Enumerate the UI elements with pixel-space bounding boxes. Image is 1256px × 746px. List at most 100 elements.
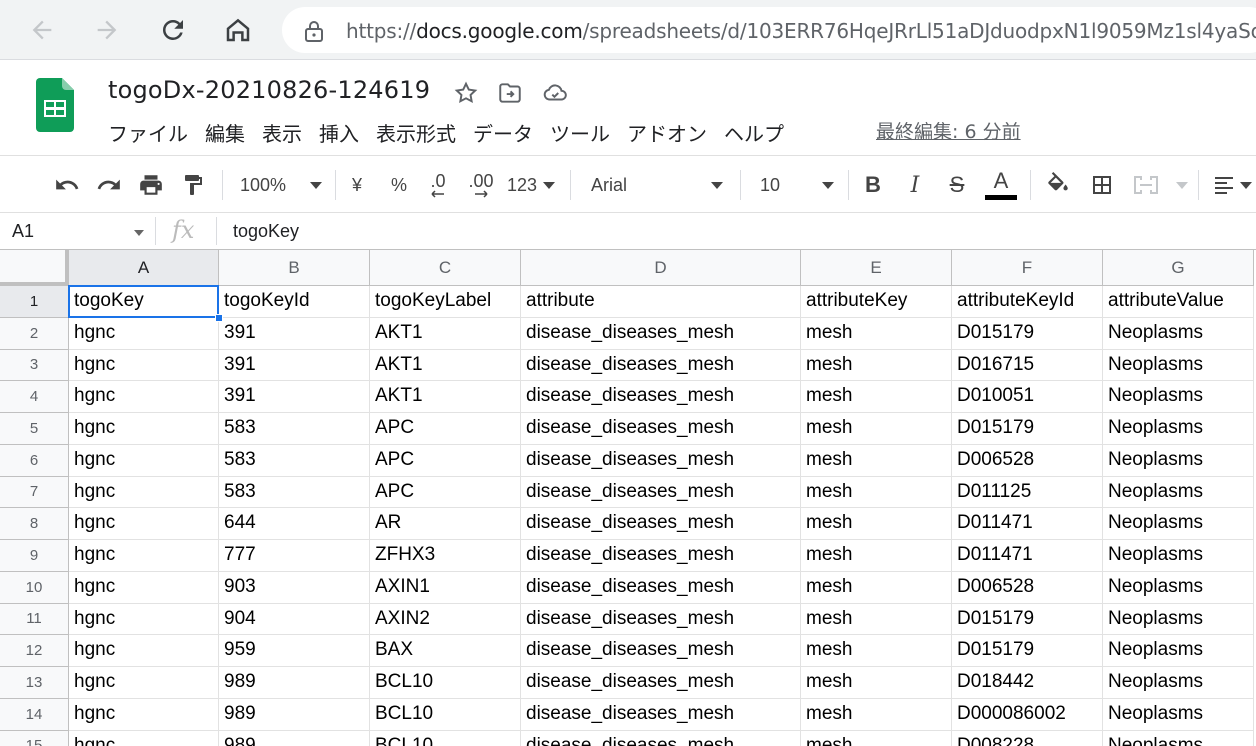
cell-f2[interactable]: D015179	[952, 317, 1103, 350]
horizontal-align-button[interactable]	[1212, 170, 1252, 200]
cell-d7[interactable]: disease_diseases_mesh	[521, 476, 801, 509]
cell-b2[interactable]: 391	[219, 317, 370, 350]
cell-a9[interactable]: hgnc	[69, 540, 219, 572]
cell-b5[interactable]: 583	[219, 413, 370, 445]
cell-f1[interactable]: attributeKeyId	[952, 286, 1103, 318]
cell-a2[interactable]: hgnc	[69, 317, 219, 350]
cell-a1[interactable]: togoKey	[69, 286, 219, 318]
cell-g7[interactable]: Neoplasms	[1103, 476, 1254, 509]
address-bar[interactable]: https://docs.google.com/spreadsheets/d/1…	[282, 7, 1256, 53]
cell-c13[interactable]: BCL10	[370, 667, 521, 699]
cell-c4[interactable]: AKT1	[370, 381, 521, 413]
cell-b14[interactable]: 989	[219, 698, 370, 731]
cell-e15[interactable]: mesh	[801, 730, 952, 746]
column-header-e[interactable]: E	[801, 250, 952, 286]
column-header-f[interactable]: F	[952, 250, 1103, 286]
cell-d6[interactable]: disease_diseases_mesh	[521, 444, 801, 477]
text-color-button[interactable]: A	[984, 170, 1018, 200]
row-header[interactable]: 14	[0, 698, 69, 731]
cell-e3[interactable]: mesh	[801, 349, 952, 382]
decrease-decimal-button[interactable]: .0	[424, 170, 452, 200]
menu-tools[interactable]: ツール	[550, 118, 610, 148]
cell-e10[interactable]: mesh	[801, 571, 952, 604]
zoom-select[interactable]: 100%	[240, 170, 322, 200]
cell-c6[interactable]: APC	[370, 444, 521, 477]
cell-f6[interactable]: D006528	[952, 444, 1103, 477]
cell-d1[interactable]: attribute	[521, 286, 801, 318]
cell-d15[interactable]: disease_diseases_mesh	[521, 730, 801, 746]
cell-f4[interactable]: D010051	[952, 381, 1103, 413]
cell-e5[interactable]: mesh	[801, 413, 952, 445]
cell-g6[interactable]: Neoplasms	[1103, 444, 1254, 477]
cell-c5[interactable]: APC	[370, 413, 521, 445]
menu-insert[interactable]: 挿入	[319, 118, 359, 148]
cell-d2[interactable]: disease_diseases_mesh	[521, 317, 801, 350]
cell-c15[interactable]: BCL10	[370, 730, 521, 746]
row-header[interactable]: 10	[0, 571, 69, 604]
star-icon[interactable]	[453, 80, 479, 106]
cell-f5[interactable]: D015179	[952, 413, 1103, 445]
cell-a15[interactable]: hgnc	[69, 730, 219, 746]
cell-b1[interactable]: togoKeyId	[219, 286, 370, 318]
cell-b13[interactable]: 989	[219, 667, 370, 699]
cell-b6[interactable]: 583	[219, 444, 370, 477]
name-box[interactable]: A1	[12, 221, 34, 242]
cell-g5[interactable]: Neoplasms	[1103, 413, 1254, 445]
cell-f9[interactable]: D011471	[952, 540, 1103, 572]
reload-button[interactable]	[153, 10, 193, 50]
cell-f15[interactable]: D008228	[952, 730, 1103, 746]
row-header[interactable]: 2	[0, 317, 69, 350]
cell-d4[interactable]: disease_diseases_mesh	[521, 381, 801, 413]
cell-d3[interactable]: disease_diseases_mesh	[521, 349, 801, 382]
cell-g12[interactable]: Neoplasms	[1103, 635, 1254, 667]
borders-button[interactable]	[1088, 170, 1116, 200]
cell-f11[interactable]: D015179	[952, 603, 1103, 636]
cell-e2[interactable]: mesh	[801, 317, 952, 350]
column-header-g[interactable]: G	[1103, 250, 1254, 286]
column-header-b[interactable]: B	[219, 250, 370, 286]
menu-view[interactable]: 表示	[262, 118, 302, 148]
cell-b15[interactable]: 989	[219, 730, 370, 746]
cell-a8[interactable]: hgnc	[69, 508, 219, 540]
column-header-a[interactable]: A	[69, 250, 219, 286]
cell-c9[interactable]: ZFHX3	[370, 540, 521, 572]
cell-a6[interactable]: hgnc	[69, 444, 219, 477]
increase-decimal-button[interactable]: .00	[465, 170, 497, 200]
cell-d13[interactable]: disease_diseases_mesh	[521, 667, 801, 699]
cell-d5[interactable]: disease_diseases_mesh	[521, 413, 801, 445]
more-formats-select[interactable]: 123	[507, 170, 555, 200]
cell-e14[interactable]: mesh	[801, 698, 952, 731]
menu-file[interactable]: ファイル	[108, 118, 188, 148]
row-header[interactable]: 15	[0, 730, 69, 746]
back-button[interactable]	[22, 10, 62, 50]
cell-f14[interactable]: D000086002	[952, 698, 1103, 731]
column-header-d[interactable]: D	[521, 250, 801, 286]
cell-c7[interactable]: APC	[370, 476, 521, 509]
redo-button[interactable]	[94, 170, 124, 200]
cell-e9[interactable]: mesh	[801, 540, 952, 572]
cell-g11[interactable]: Neoplasms	[1103, 603, 1254, 636]
cell-a4[interactable]: hgnc	[69, 381, 219, 413]
cell-f8[interactable]: D011471	[952, 508, 1103, 540]
row-header[interactable]: 7	[0, 476, 69, 509]
cell-g8[interactable]: Neoplasms	[1103, 508, 1254, 540]
cell-a14[interactable]: hgnc	[69, 698, 219, 731]
cell-a5[interactable]: hgnc	[69, 413, 219, 445]
cell-d12[interactable]: disease_diseases_mesh	[521, 635, 801, 667]
cell-e7[interactable]: mesh	[801, 476, 952, 509]
strikethrough-button[interactable]: S	[946, 170, 968, 200]
cell-e8[interactable]: mesh	[801, 508, 952, 540]
formula-input[interactable]: togoKey	[233, 221, 299, 242]
cell-b7[interactable]: 583	[219, 476, 370, 509]
row-header[interactable]: 8	[0, 508, 69, 540]
cell-c2[interactable]: AKT1	[370, 317, 521, 350]
undo-button[interactable]	[52, 170, 82, 200]
row-header[interactable]: 6	[0, 444, 69, 477]
cell-e12[interactable]: mesh	[801, 635, 952, 667]
cell-e6[interactable]: mesh	[801, 444, 952, 477]
cell-f12[interactable]: D015179	[952, 635, 1103, 667]
row-header[interactable]: 1	[0, 286, 69, 318]
cell-d9[interactable]: disease_diseases_mesh	[521, 540, 801, 572]
cell-c11[interactable]: AXIN2	[370, 603, 521, 636]
cell-c12[interactable]: BAX	[370, 635, 521, 667]
